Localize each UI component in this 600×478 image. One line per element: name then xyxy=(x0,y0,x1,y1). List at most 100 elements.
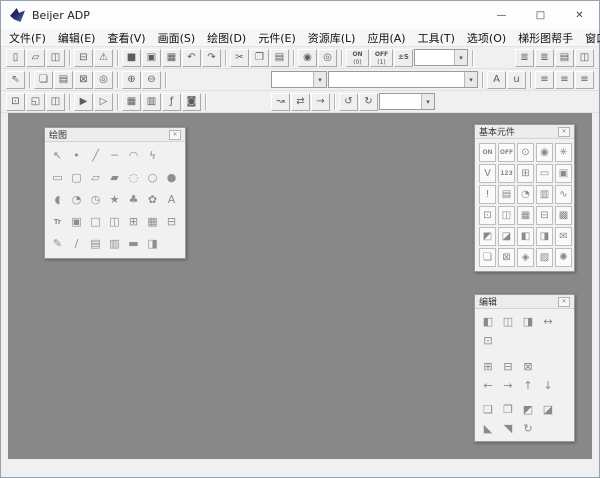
online-run-button[interactable]: ▣ xyxy=(142,49,161,67)
find-button[interactable]: ◉ xyxy=(298,49,317,67)
function-button-widget[interactable]: ▣ xyxy=(555,164,572,183)
horizontal-line-tool[interactable]: ─ xyxy=(105,145,124,167)
filled-parallelogram-tool[interactable]: ▰ xyxy=(105,167,124,189)
keypad-widget[interactable]: ⊞ xyxy=(517,164,534,183)
ellipse-tool[interactable]: ◌ xyxy=(124,167,143,189)
chord-tool[interactable]: ◖ xyxy=(48,189,67,211)
frame-tool[interactable]: □ xyxy=(86,211,105,233)
menu-item-file[interactable]: 文件(F) xyxy=(3,29,52,46)
grid-button[interactable]: ▦ xyxy=(162,49,181,67)
chevron-down-icon[interactable]: ▾ xyxy=(464,72,477,87)
zoom-out-button[interactable]: ⊖ xyxy=(142,71,161,89)
screen-delete-button[interactable]: ⊠ xyxy=(74,71,93,89)
make-same-width[interactable]: ↔ xyxy=(538,312,558,331)
print-button[interactable]: ⊟ xyxy=(74,49,93,67)
filled-ellipse-tool[interactable]: ● xyxy=(162,167,181,189)
font-button[interactable]: A xyxy=(487,71,506,89)
group-objects[interactable]: ⊞ xyxy=(478,357,498,376)
lock-objects[interactable]: ⊠ xyxy=(518,357,538,376)
pie-tool[interactable]: ◔ xyxy=(67,189,86,211)
make-same-size[interactable]: ⊡ xyxy=(478,331,498,350)
simulate-run-button[interactable]: ▶ xyxy=(74,93,93,111)
voltage-meter-widget[interactable]: V xyxy=(479,164,496,183)
pattern-tool[interactable]: ▥ xyxy=(105,233,124,255)
library-save-button[interactable]: ▥ xyxy=(142,93,161,111)
down-switch-widget[interactable]: ◪ xyxy=(498,227,515,246)
chevron-down-icon[interactable]: ▾ xyxy=(421,94,434,109)
group-select-button[interactable]: ⊡ xyxy=(6,93,25,111)
nudge-down[interactable]: ↓ xyxy=(538,376,558,395)
sign-button[interactable]: ±S xyxy=(394,49,413,67)
slash-tool[interactable]: ∕ xyxy=(67,233,86,255)
menu-item-screen[interactable]: 画面(S) xyxy=(152,29,202,46)
menu-item-tools[interactable]: 工具(T) xyxy=(412,29,461,46)
nudge-up[interactable]: ↑ xyxy=(518,376,538,395)
state-combo[interactable]: ▾ xyxy=(414,49,468,66)
line-tool[interactable]: ╱ xyxy=(86,145,105,167)
text-list-button[interactable]: ≣ xyxy=(515,49,534,67)
push-button-widget[interactable]: ▭ xyxy=(536,164,553,183)
palette-draw-close-icon[interactable]: ✕ xyxy=(169,130,181,140)
screen-manager-button[interactable]: ◫ xyxy=(46,93,65,111)
bring-forward[interactable]: ◩ xyxy=(518,400,538,419)
half-fill-tool[interactable]: ◨ xyxy=(143,233,162,255)
flip-vertical[interactable]: ◥ xyxy=(498,419,518,438)
replace-button[interactable]: ◎ xyxy=(318,49,337,67)
stamp-tool[interactable]: ✿ xyxy=(143,189,162,211)
rotate-object[interactable]: ↻ xyxy=(518,419,538,438)
circle-tool[interactable]: ○ xyxy=(143,167,162,189)
close-window-widget[interactable]: ⊠ xyxy=(498,248,515,267)
polygon-tool[interactable]: ♣ xyxy=(124,189,143,211)
rectangle-tool[interactable]: ▭ xyxy=(48,167,67,189)
message-display-widget[interactable]: ▤ xyxy=(498,185,515,204)
send-to-back[interactable]: ❐ xyxy=(498,400,518,419)
layers-button[interactable]: ◫ xyxy=(575,49,594,67)
sector-tool[interactable]: ◷ xyxy=(86,189,105,211)
text-label-tool[interactable]: Tr xyxy=(48,211,67,233)
image-tool[interactable]: ▣ xyxy=(67,211,86,233)
scale-tool[interactable]: ⊞ xyxy=(124,211,143,233)
detail-view-button[interactable]: ▤ xyxy=(555,49,574,67)
left-switch-widget[interactable]: ◧ xyxy=(517,227,534,246)
align-right-button[interactable]: ≡ xyxy=(575,71,594,89)
text-tool[interactable]: A xyxy=(162,189,181,211)
numeric-display-widget[interactable]: ⊡ xyxy=(479,206,496,225)
align-center-edit[interactable]: ◫ xyxy=(498,312,518,331)
menu-item-ladder[interactable]: 梯形图帮手 xyxy=(512,29,579,46)
screen-combo[interactable]: ▾ xyxy=(271,71,327,88)
hatch-tool[interactable]: ▤ xyxy=(86,233,105,255)
bring-to-front[interactable]: ❏ xyxy=(478,400,498,419)
rotate-left-button[interactable]: ↺ xyxy=(339,93,358,111)
palette-basic-close-icon[interactable]: ✕ xyxy=(558,127,570,137)
pointer-button[interactable]: ⇖ xyxy=(6,71,25,89)
on-state-button[interactable]: ON(0) xyxy=(346,49,369,67)
point-tool[interactable]: • xyxy=(67,145,86,167)
chevron-down-icon[interactable]: ▾ xyxy=(454,50,467,65)
polyline-connector-button[interactable]: ↝ xyxy=(271,93,290,111)
menu-item-edit[interactable]: 编辑(E) xyxy=(52,29,102,46)
diamond-widget[interactable]: ◈ xyxy=(517,248,534,267)
align-left-edit[interactable]: ◧ xyxy=(478,312,498,331)
close-icon[interactable]: ✕ xyxy=(560,1,599,29)
message-send-widget[interactable]: ✉ xyxy=(555,227,572,246)
minimize-icon[interactable]: — xyxy=(482,1,521,29)
window-widget[interactable]: ❏ xyxy=(479,248,496,267)
grid-tool[interactable]: ⊟ xyxy=(162,211,181,233)
palette-edit-titlebar[interactable]: 编辑 ✕ xyxy=(475,295,574,309)
flip-horizontal[interactable]: ◣ xyxy=(478,419,498,438)
pilot-lamp-widget[interactable]: ◉ xyxy=(536,143,553,162)
object-name-combo[interactable]: ▾ xyxy=(328,71,478,88)
cut-button[interactable]: ✂ xyxy=(230,49,249,67)
copy-button[interactable]: ❐ xyxy=(250,49,269,67)
new-button[interactable]: ▯ xyxy=(6,49,25,67)
arc-tool[interactable]: ◠ xyxy=(124,145,143,167)
sub-screen-widget[interactable]: ⊟ xyxy=(536,206,553,225)
numeric-entry-widget[interactable]: 123 xyxy=(498,164,515,183)
screen-copy-button[interactable]: ❏ xyxy=(34,71,53,89)
palette-basic-titlebar[interactable]: 基本元件 ✕ xyxy=(475,125,574,139)
library-open-button[interactable]: ▦ xyxy=(122,93,141,111)
send-backward[interactable]: ◪ xyxy=(538,400,558,419)
offline-run-button[interactable]: ■ xyxy=(122,49,141,67)
data-table-widget[interactable]: ▦ xyxy=(517,206,534,225)
zoom-combo[interactable]: ▾ xyxy=(379,93,435,110)
